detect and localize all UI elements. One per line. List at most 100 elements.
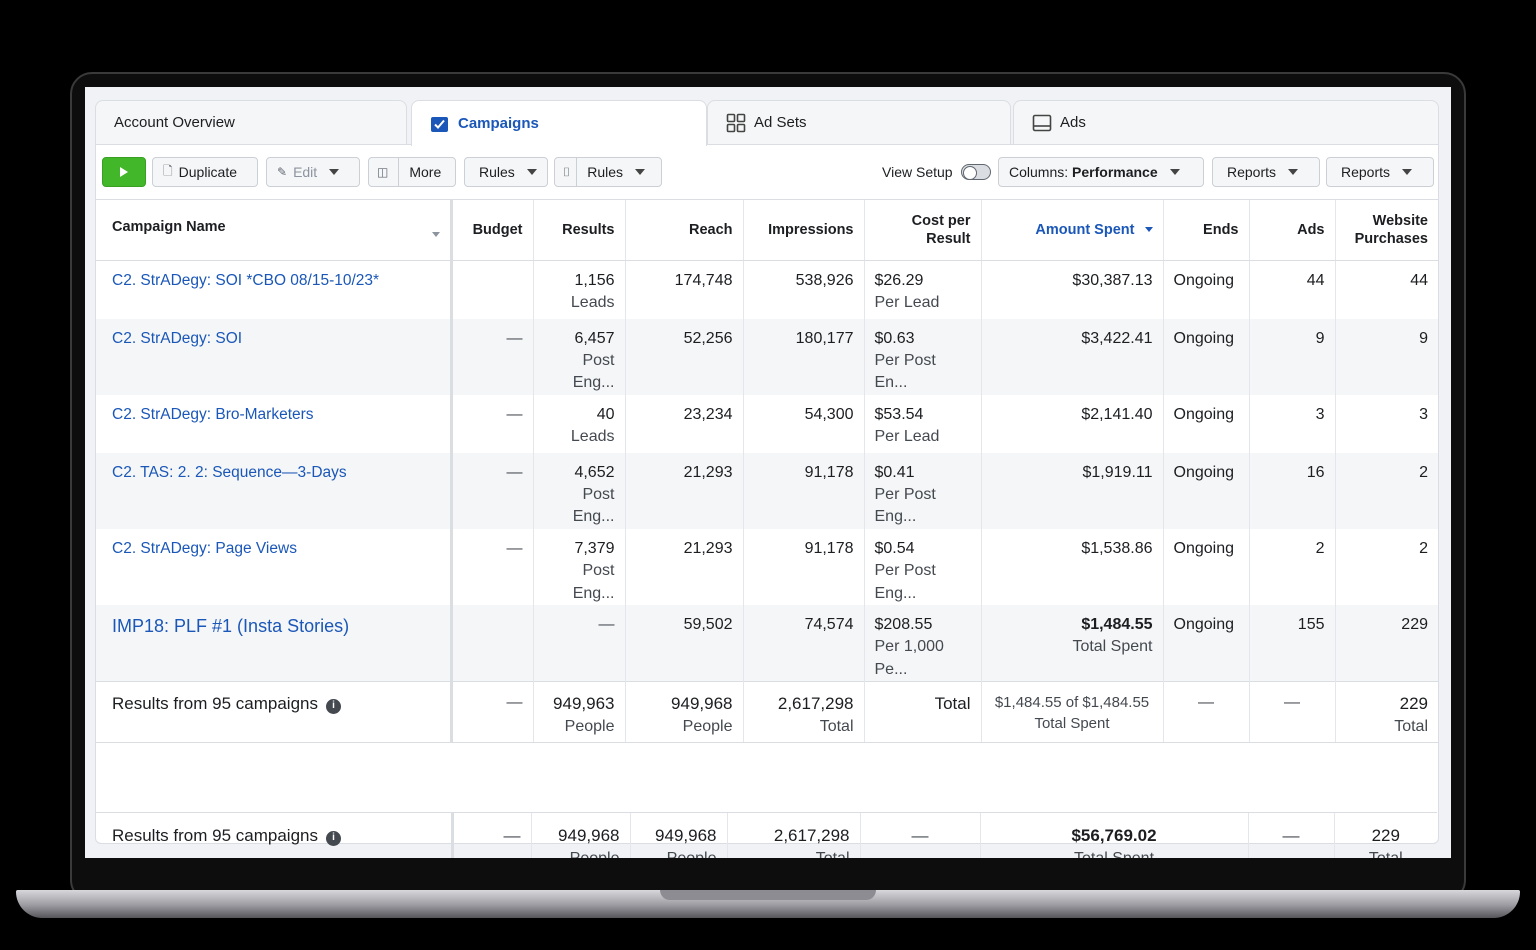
table-row[interactable]: IMP18: PLF #1 (Insta Stories) — 59,502 74,5… — [96, 605, 1438, 682]
campaign-name-link[interactable]: C2. StrADegy: Bro-Marketers — [112, 406, 314, 423]
tab-campaigns[interactable]: Campaigns — [411, 100, 707, 146]
tab-account-overview[interactable]: Account Overview — [95, 100, 407, 144]
campaign-name-link[interactable]: C2. TAS: 2. 2: Sequence—3-Days — [112, 464, 347, 481]
cell-purchases: 9 — [1334, 318, 1438, 395]
column-header-website-purchases[interactable]: Website Purchases — [1334, 199, 1438, 261]
reports-menu-button[interactable]: Reports — [1326, 157, 1434, 187]
rules-menu-button[interactable]: ⌷ Rules — [554, 157, 662, 187]
table-row[interactable]: C2. StrADegy: SOI — 6,457 Post Eng... 52,256… — [96, 318, 1438, 395]
footer-sub: People — [641, 848, 717, 858]
grid-icon — [726, 113, 746, 133]
cell-budget — [449, 260, 533, 319]
campaign-name-cell: C2. StrADegy: Page Views — [96, 529, 451, 605]
footer-totals-table: Results from 95 campaigns i — 949,968 Peop… — [96, 812, 1437, 858]
cell-value: 1,156 — [574, 272, 615, 289]
ad-icon — [1032, 113, 1052, 133]
column-header-impressions[interactable]: Impressions — [742, 199, 864, 261]
chevron-down-icon — [329, 169, 340, 175]
campaign-name-link[interactable]: C2. StrADegy: Page Views — [112, 540, 297, 557]
summary-sub: Total — [1394, 717, 1428, 735]
publish-button[interactable] — [102, 157, 146, 187]
campaign-name-link[interactable]: C2. StrADegy: SOI — [112, 330, 242, 347]
laptop-notch — [660, 890, 876, 900]
cell-reach: 174,748 — [624, 260, 743, 319]
cell-subtext: Per Post Eng... — [874, 486, 936, 526]
info-icon[interactable]: i — [325, 830, 341, 846]
cell-ads: 16 — [1248, 452, 1335, 529]
cell-reach: 52,256 — [624, 318, 743, 395]
cell-value: $26.29 — [874, 272, 924, 289]
column-header-cost-per-result[interactable]: Cost per Result — [863, 199, 981, 261]
cell-subtext: Total Spent — [1072, 638, 1153, 656]
column-header-ads[interactable]: Ads — [1248, 199, 1335, 261]
cell-value: — — [598, 616, 615, 634]
cell-impressions: 74,574 — [742, 605, 864, 682]
more-button[interactable]: ◫ More — [368, 157, 456, 187]
campaign-name-cell: C2. StrADegy: Bro-Marketers — [96, 395, 451, 453]
column-header-label: Impressions — [768, 221, 854, 238]
reports-label: Reports — [1341, 164, 1391, 180]
summary-value: 2,617,298 — [777, 694, 854, 714]
footer-purchases: 229 Total — [1333, 812, 1437, 858]
cell-value: Ongoing — [1173, 329, 1235, 347]
footer-results: 949,968 People — [530, 812, 630, 858]
cell-impressions: 54,300 — [742, 394, 864, 453]
checkbox-icon — [430, 114, 450, 134]
cell-subtext: Per Lead — [874, 428, 940, 446]
table-row[interactable]: C2. StrADegy: Bro-Marketers — 40 Leads 23,23… — [96, 394, 1438, 453]
column-header-amount-spent[interactable]: Amount Spent — [980, 199, 1163, 261]
summary-row: Results from 95 campaigns i — 949,963 Peop… — [96, 681, 1438, 744]
reports-button[interactable]: Reports — [1212, 157, 1320, 187]
cell-value: 538,926 — [795, 272, 854, 289]
footer-value: 949,968 — [558, 826, 620, 845]
table-row[interactable]: C2. StrADegy: Page Views — 7,379 Post Eng..… — [96, 528, 1438, 606]
column-header-campaign-name[interactable]: Campaign Name — [96, 199, 451, 261]
column-header-label: Amount Spent — [1035, 221, 1135, 238]
cell-results: 7,379 Post Eng... — [532, 528, 625, 606]
cell-value: 54,300 — [804, 405, 854, 423]
rules-button[interactable]: Rules — [464, 157, 548, 187]
cell-value: 6,457 — [574, 329, 615, 347]
column-header-label: Budget — [472, 221, 523, 238]
column-header-budget[interactable]: Budget — [449, 199, 533, 261]
columns-dropdown[interactable]: Columns: Performance — [998, 157, 1204, 187]
footer-cpr: — — [859, 812, 980, 858]
cell-subtext: Leads — [570, 294, 615, 312]
duplicate-button[interactable]: 🗋 Duplicate — [152, 157, 258, 187]
column-header-reach[interactable]: Reach — [624, 199, 743, 261]
summary-value: $1,484.55 of $1,484.55 — [994, 694, 1150, 712]
cell-value: 7,379 — [574, 539, 615, 557]
cell-value: 40 — [596, 405, 615, 423]
column-header-label: Results — [562, 221, 615, 238]
view-setup[interactable]: View Setup — [882, 157, 991, 187]
cell-subtext: Per Lead — [874, 294, 940, 312]
edit-button[interactable]: ✎ Edit — [266, 157, 360, 187]
cell-value: 229 — [1401, 616, 1428, 634]
cell-value: 44 — [1410, 272, 1428, 289]
cell-budget: — — [449, 528, 533, 606]
table-row[interactable]: C2. StrADegy: SOI *CBO 08/15-10/23* 1,156… — [96, 260, 1438, 319]
columns-prefix: Columns: — [1009, 164, 1073, 180]
cell-results: — — [532, 605, 625, 682]
table-row[interactable]: C2. TAS: 2. 2: Sequence—3-Days — 4,652 Post… — [96, 452, 1438, 529]
chevron-down-icon — [1402, 169, 1413, 175]
footer-reach: 949,968 People — [629, 812, 727, 858]
campaign-name-link[interactable]: IMP18: PLF #1 (Insta Stories) — [112, 616, 349, 636]
campaign-name-link[interactable]: C2. StrADegy: SOI *CBO 08/15-10/23* — [112, 272, 379, 289]
chevron-down-icon — [1169, 169, 1180, 175]
info-icon[interactable]: i — [325, 698, 341, 714]
cell-value: 3 — [1315, 405, 1325, 423]
tab-label: Account Overview — [114, 114, 235, 131]
column-header-ends[interactable]: Ends — [1162, 199, 1249, 261]
column-header-label: Reach — [688, 221, 733, 238]
tab-ads[interactable]: Ads — [1013, 100, 1439, 144]
tab-ad-sets[interactable]: Ad Sets — [707, 100, 1011, 144]
footer-value: $56,769.02 — [1071, 826, 1157, 845]
column-header-results[interactable]: Results — [532, 199, 625, 261]
column-header-label: Cost per Result — [911, 212, 971, 247]
cell-value: 59,502 — [683, 616, 733, 634]
view-setup-toggle[interactable] — [960, 164, 991, 180]
cell-value: 21,293 — [683, 539, 733, 557]
cell-ends: Ongoing — [1162, 528, 1249, 606]
duplicate-icon: 🗋 — [163, 163, 173, 178]
